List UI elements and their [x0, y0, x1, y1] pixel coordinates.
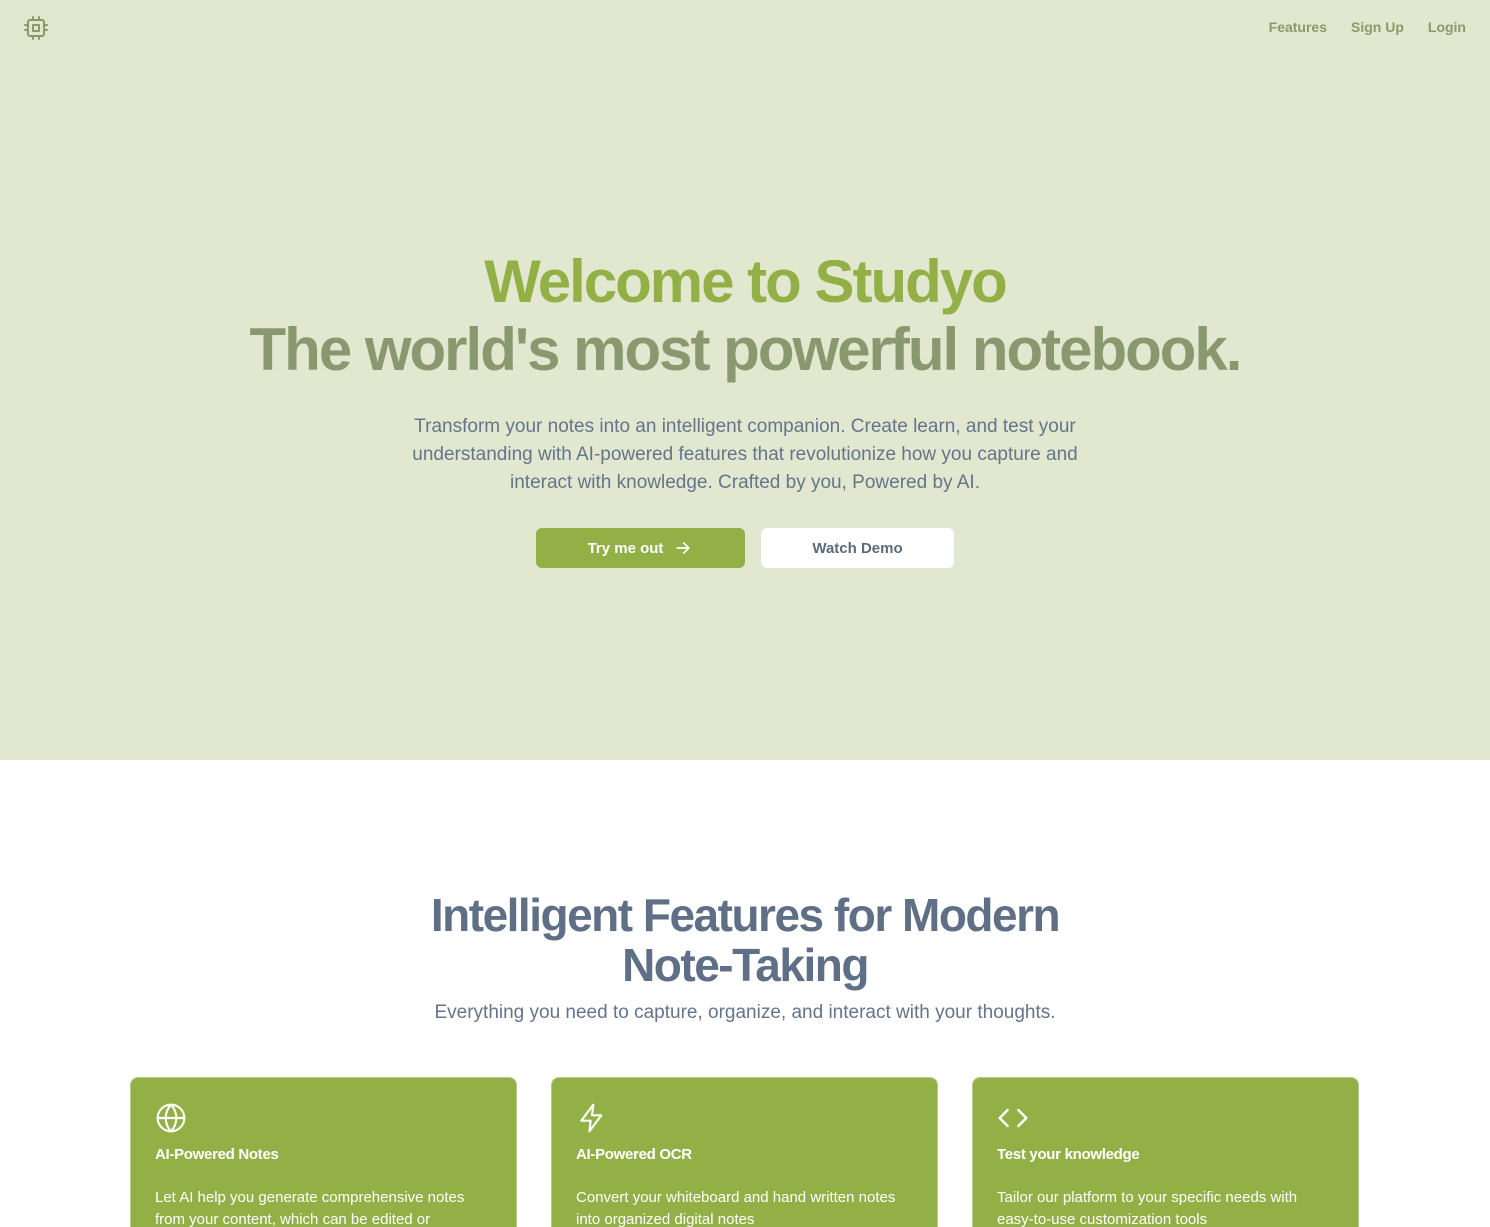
features-title-line2: Note-Taking — [622, 939, 869, 991]
features-title-line1: Intelligent Features for Modern — [430, 889, 1061, 941]
nav-login-link[interactable]: Login — [1428, 19, 1466, 35]
feature-card-text: Convert your whiteboard and hand written… — [576, 1189, 896, 1227]
nav-signup-link[interactable]: Sign Up — [1351, 19, 1404, 35]
lightning-icon — [576, 1102, 608, 1134]
hero-title: Welcome to Studyo The world's most power… — [0, 248, 1490, 384]
globe-icon — [155, 1102, 187, 1134]
features-title: Intelligent Features for Modern Note-Tak… — [0, 890, 1490, 990]
features-section: Intelligent Features for Modern Note-Tak… — [0, 760, 1490, 1227]
top-nav: Features Sign Up Login — [1269, 19, 1466, 35]
arrow-right-icon — [676, 542, 691, 554]
hero-title-line2: The world's most powerful notebook. — [249, 316, 1243, 383]
features-subtitle: Everything you need to capture, organize… — [434, 1002, 1056, 1023]
code-icon — [997, 1102, 1029, 1134]
feature-card-title: Test your knowledge — [997, 1146, 1140, 1163]
hero-section: Features Sign Up Login Welcome to Studyo… — [0, 0, 1490, 760]
feature-card-title: AI-Powered OCR — [576, 1146, 692, 1163]
try-me-out-button[interactable]: Try me out — [536, 528, 745, 568]
feature-card-text: Let AI help you generate comprehensive n… — [155, 1189, 465, 1227]
hero-title-line1: Welcome to Studyo — [484, 248, 1008, 315]
feature-card: Test your knowledge Tailor our platform … — [972, 1077, 1359, 1227]
feature-card-text: Tailor our platform to your specific nee… — [997, 1189, 1298, 1227]
cta-group: Try me out Watch Demo — [0, 528, 1490, 568]
nav-features-link[interactable]: Features — [1269, 19, 1327, 35]
feature-card-title: AI-Powered Notes — [155, 1146, 279, 1163]
feature-card: AI-Powered OCR Convert your whiteboard a… — [551, 1077, 938, 1227]
hero-subtitle: Transform your notes into an intelligent… — [412, 416, 1078, 493]
feature-card: AI-Powered Notes Let AI help you generat… — [130, 1077, 517, 1227]
try-me-out-label: Try me out — [587, 539, 664, 557]
feature-cards: AI-Powered Notes Let AI help you generat… — [130, 1077, 1359, 1227]
watch-demo-button[interactable]: Watch Demo — [761, 528, 954, 568]
chip-logo-icon[interactable] — [24, 16, 48, 40]
